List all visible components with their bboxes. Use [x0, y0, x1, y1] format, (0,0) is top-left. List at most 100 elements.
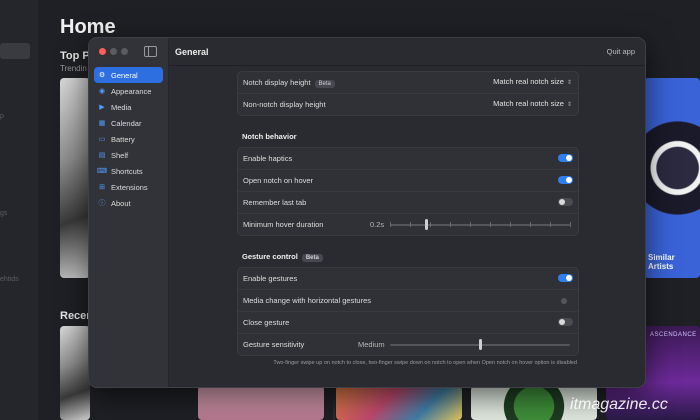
sidebar-item-media[interactable]: ▶ Media [94, 99, 163, 115]
slider-tick [450, 222, 451, 227]
settings-content: Notch display height Beta Match real notc… [169, 66, 645, 387]
sidebar-item-appearance[interactable]: ◉ Appearance [94, 83, 163, 99]
notch-behavior-heading: Notch behavior [242, 132, 297, 141]
quit-app-button[interactable]: Quit app [607, 47, 635, 56]
gesture-control-group: Enable gestures Media change with horizo… [237, 267, 579, 356]
media-change-row: Media change with horizontal gestures [238, 290, 578, 312]
updown-chevron-icon: ⇕ [566, 80, 572, 86]
info-icon: ⓘ [98, 200, 106, 207]
sidebar-item-label: About [111, 198, 131, 208]
gesture-sensitivity-slider-thumb[interactable] [478, 339, 482, 350]
updown-chevron-icon: ⇕ [566, 102, 572, 108]
eye-icon: ◉ [98, 88, 106, 95]
gesture-sensitivity-row: Gesture sensitivity Medium [238, 334, 578, 355]
sidebar-item-battery[interactable]: ▭ Battery [94, 131, 163, 147]
settings-nav: ⚙ General ◉ Appearance ▶ Media ▦ Calendar ▭ Batte… [94, 67, 163, 211]
notch-behavior-group: Enable haptics Open notch on hover Remem… [237, 147, 579, 236]
gesture-control-heading: Gesture control Beta [242, 252, 323, 262]
battery-icon: ▭ [98, 136, 106, 143]
enable-haptics-row: Enable haptics [238, 148, 578, 170]
sidebar-item-general[interactable]: ⚙ General [94, 67, 163, 83]
slider-tick [530, 222, 531, 227]
trending-label: Trendin [60, 64, 87, 73]
open-on-hover-label: Open notch on hover [243, 176, 314, 185]
non-notch-height-label: Non-notch display height [243, 100, 326, 109]
settings-window: ⚙ General ◉ Appearance ▶ Media ▦ Calendar ▭ Batte… [88, 37, 646, 388]
slider-tick [430, 222, 431, 227]
media-change-toggle-disabled[interactable] [561, 298, 567, 304]
background-sidebar-text: gs [0, 210, 8, 217]
toggle-knob [559, 199, 565, 205]
watermark: itmagazine.cc [570, 396, 668, 413]
keyboard-icon: ⌨ [97, 168, 108, 175]
background-sidebar-text: ehtids [0, 276, 19, 283]
min-hover-value: 0.2s [370, 220, 385, 229]
sidebar-item-shortcuts[interactable]: ⌨ Shortcuts [94, 163, 163, 179]
min-hover-row: Minimum hover duration 0.2s [238, 214, 578, 235]
enable-haptics-toggle[interactable] [558, 154, 573, 162]
remember-last-tab-row: Remember last tab [238, 192, 578, 214]
sidebar-item-label: Shelf [111, 150, 129, 160]
close-gesture-label: Close gesture [243, 318, 290, 327]
slider-tick [470, 222, 471, 227]
min-hover-slider-track[interactable] [390, 224, 570, 226]
beta-badge: Beta [301, 254, 323, 262]
sidebar-item-extensions[interactable]: ⊞ Extensions [94, 179, 163, 195]
minimize-window-button[interactable] [110, 48, 117, 55]
open-on-hover-toggle[interactable] [558, 176, 573, 184]
min-hover-label: Minimum hover duration [243, 220, 324, 229]
notch-height-select[interactable]: Match real notch size ⇕ [493, 77, 572, 86]
close-gesture-row: Close gesture [238, 312, 578, 334]
sidebar-toggle-icon[interactable] [144, 46, 157, 57]
similar-artists-label: Similar Artists [648, 253, 675, 271]
toggle-knob [566, 177, 572, 183]
beta-badge: Beta [314, 80, 335, 88]
close-gesture-toggle[interactable] [558, 318, 573, 326]
sidebar-item-label: Extensions [111, 182, 148, 192]
background-sidebar-text: p [0, 113, 4, 120]
sidebar-item-about[interactable]: ⓘ About [94, 195, 163, 211]
gesture-sensitivity-value: Medium [358, 340, 385, 349]
remember-last-tab-toggle[interactable] [558, 198, 573, 206]
gesture-footnote: Two-finger swipe up on notch to close, t… [273, 360, 577, 366]
calendar-icon: ▦ [98, 120, 106, 127]
remember-last-tab-label: Remember last tab [243, 198, 307, 207]
notch-height-label: Notch display height Beta [243, 78, 335, 88]
min-hover-slider-thumb[interactable] [424, 219, 428, 230]
media-icon: ▶ [99, 104, 105, 111]
close-window-button[interactable] [99, 48, 106, 55]
slider-tick [490, 222, 491, 227]
shelf-icon: ▤ [98, 152, 106, 159]
enable-haptics-label: Enable haptics [243, 154, 293, 163]
sidebar-item-calendar[interactable]: ▦ Calendar [94, 115, 163, 131]
settings-sidebar: ⚙ General ◉ Appearance ▶ Media ▦ Calendar ▭ Batte… [89, 38, 169, 387]
sidebar-item-label: Media [111, 102, 132, 112]
background-sidebar: p gs ehtids [0, 0, 38, 420]
similar-artists-card[interactable] [644, 78, 700, 278]
open-on-hover-row: Open notch on hover [238, 170, 578, 192]
toggle-knob [559, 319, 565, 325]
album-card[interactable] [60, 326, 90, 420]
window-title: General [175, 47, 209, 57]
extensions-icon: ⊞ [99, 184, 105, 191]
album-card[interactable] [333, 386, 335, 420]
gear-icon: ⚙ [98, 72, 106, 79]
sidebar-item-label: Shortcuts [111, 166, 143, 176]
toggle-knob [566, 275, 572, 281]
non-notch-height-select[interactable]: Match real notch size ⇕ [493, 99, 572, 108]
slider-tick [510, 222, 511, 227]
album-card[interactable] [198, 386, 324, 420]
album-card[interactable] [60, 78, 90, 278]
sidebar-item-label: Appearance [111, 86, 152, 96]
album-card[interactable] [336, 386, 462, 420]
display-group: Notch display height Beta Match real notc… [237, 71, 579, 116]
zoom-window-button[interactable] [121, 48, 128, 55]
slider-tick [390, 222, 391, 227]
gesture-sensitivity-label: Gesture sensitivity [243, 340, 305, 349]
enable-gestures-row: Enable gestures [238, 268, 578, 290]
sidebar-item-shelf[interactable]: ▤ Shelf [94, 147, 163, 163]
sidebar-item-label: Calendar [111, 118, 142, 128]
enable-gestures-toggle[interactable] [558, 274, 573, 282]
media-change-label: Media change with horizontal gestures [243, 296, 371, 305]
slider-tick [410, 222, 411, 227]
